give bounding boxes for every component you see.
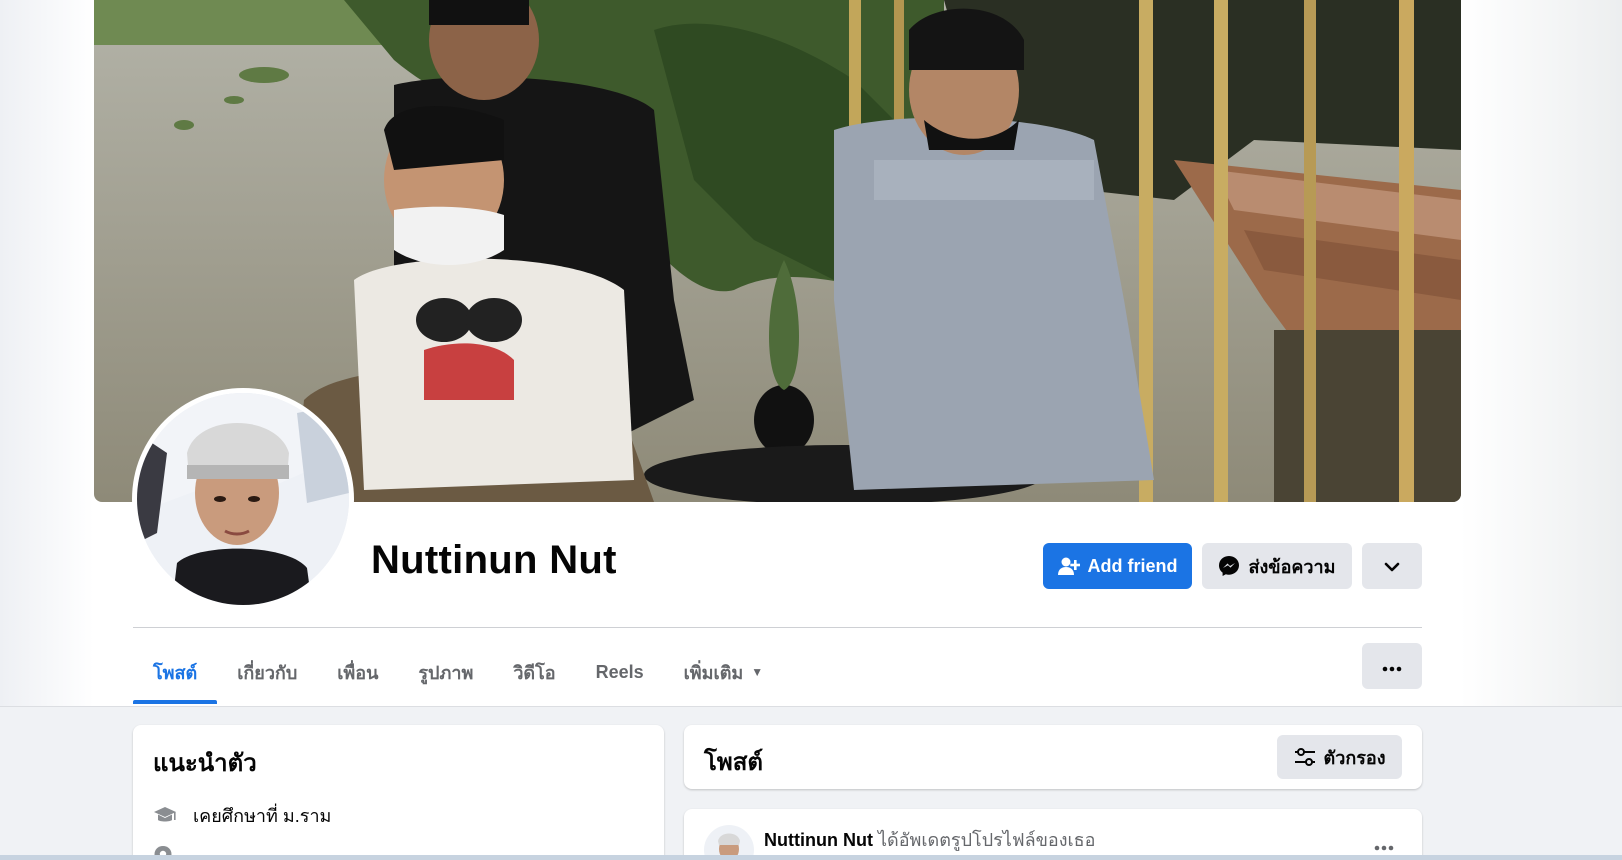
- tab-more[interactable]: เพิ่มเติม ▼: [664, 640, 783, 704]
- ellipsis-icon: [1382, 656, 1402, 677]
- tab-videos[interactable]: วิดีโอ: [493, 640, 575, 704]
- messenger-icon: [1218, 555, 1240, 577]
- message-button[interactable]: ส่งข้อความ: [1202, 543, 1352, 589]
- tab-about[interactable]: เกี่ยวกับ: [217, 640, 317, 704]
- chevron-down-icon: [1384, 556, 1400, 577]
- filter-sliders-icon: [1294, 748, 1316, 766]
- filter-label: ตัวกรอง: [1323, 747, 1386, 768]
- profile-options-button[interactable]: [1362, 643, 1422, 689]
- message-label: ส่งข้อความ: [1248, 556, 1336, 577]
- filter-button[interactable]: ตัวกรอง: [1277, 735, 1402, 779]
- add-friend-label: Add friend: [1087, 555, 1178, 576]
- tab-photos[interactable]: รูปภาพ: [398, 640, 493, 704]
- intro-education: เคยศึกษาที่ ม.ราม: [153, 801, 331, 830]
- header-divider: [133, 627, 1422, 628]
- more-actions-button[interactable]: [1362, 543, 1422, 589]
- profile-tabs: โพสต์ เกี่ยวกับ เพื่อน รูปภาพ วิดีโอ Ree…: [133, 640, 783, 704]
- post-card: Nuttinun Nut ได้อัพเดตรูปโปรไฟล์ของเธอ: [684, 809, 1422, 860]
- profile-name: Nuttinun Nut: [371, 538, 617, 582]
- post-author-name[interactable]: Nuttinun Nut: [764, 830, 873, 850]
- post-header: Nuttinun Nut ได้อัพเดตรูปโปรไฟล์ของเธอ: [764, 825, 1095, 854]
- intro-education-text: เคยศึกษาที่ ม.ราม: [193, 806, 332, 826]
- add-friend-button[interactable]: Add friend: [1043, 543, 1192, 589]
- window-bottom-edge: [0, 855, 1622, 860]
- posts-title: โพสต์: [704, 749, 763, 776]
- add-friend-icon: [1057, 556, 1080, 576]
- tab-reels[interactable]: Reels: [576, 640, 664, 704]
- intro-title: แนะนำตัว: [153, 750, 257, 777]
- profile-header: Nuttinun Nut Add friend ส่งข้อความ โพสต์…: [0, 0, 1622, 706]
- caret-down-icon: ▼: [751, 665, 764, 679]
- graduation-cap-icon: [153, 805, 179, 827]
- posts-header-card: โพสต์ ตัวกรอง: [684, 725, 1422, 789]
- tab-posts[interactable]: โพสต์: [133, 640, 218, 704]
- post-action-text: ได้อัพเดตรูปโปรไฟล์ของเธอ: [877, 830, 1096, 850]
- tab-friends[interactable]: เพื่อน: [317, 640, 398, 704]
- profile-picture[interactable]: [132, 388, 354, 610]
- ellipsis-icon: [1374, 838, 1394, 856]
- intro-card: แนะนำตัว เคยศึกษาที่ ม.ราม: [133, 725, 664, 860]
